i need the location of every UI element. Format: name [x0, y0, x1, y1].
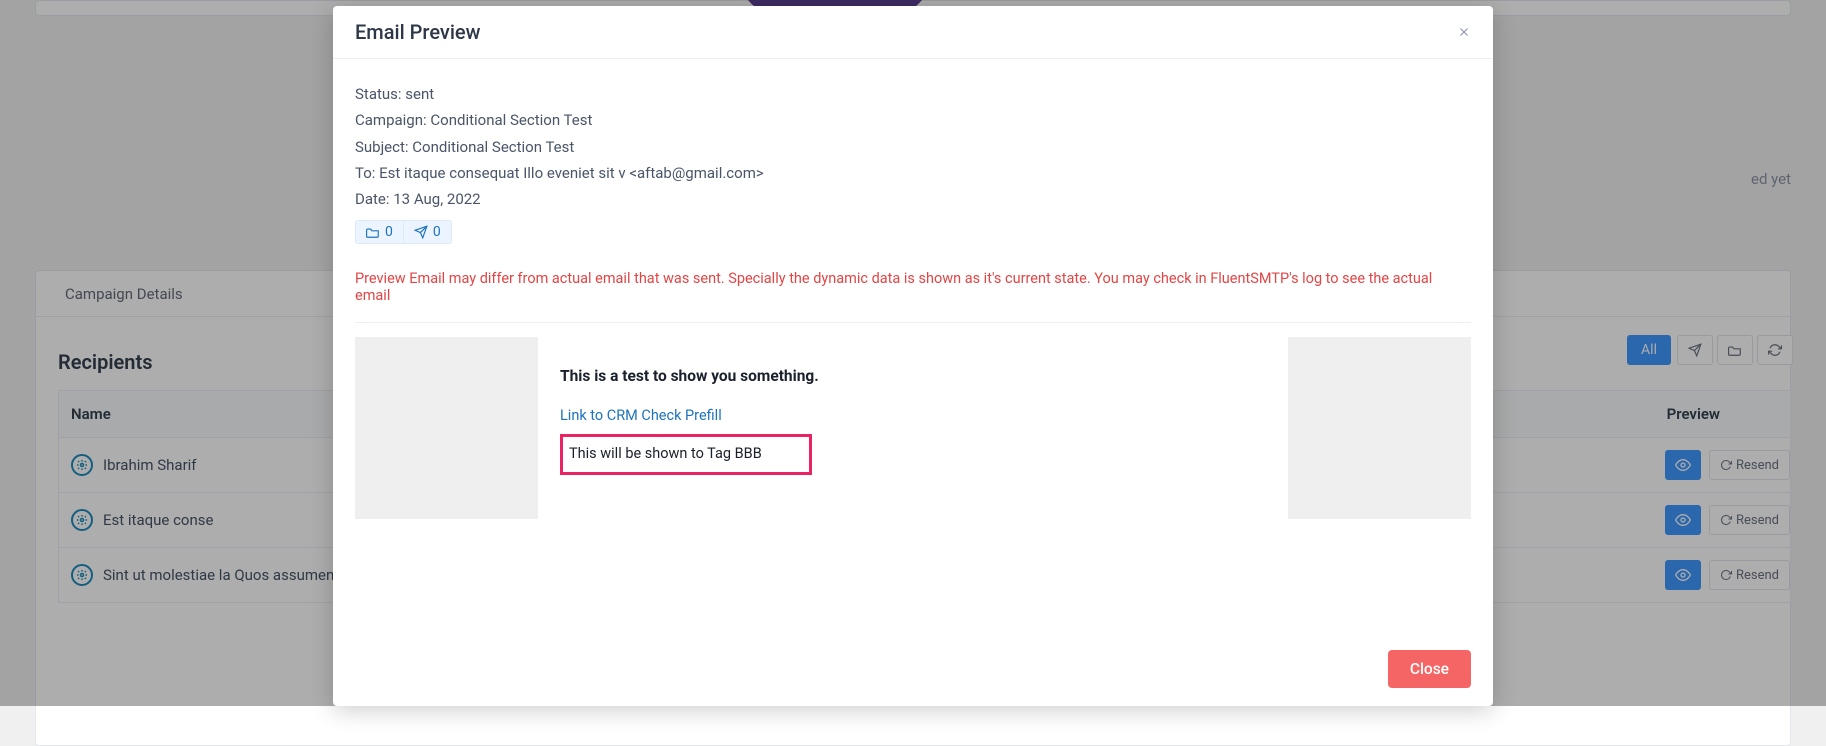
send-count-badge[interactable]: 0	[403, 221, 451, 243]
meta-status: Status: sent	[355, 81, 1471, 107]
stat-badges: 0 0	[355, 220, 452, 244]
email-link[interactable]: Link to CRM Check Prefill	[560, 407, 1266, 424]
meta-subject: Subject: Conditional Section Test	[355, 134, 1471, 160]
email-heading: This is a test to show you something.	[560, 367, 1266, 385]
meta-campaign-label: Campaign:	[355, 111, 427, 129]
send-count-value: 0	[433, 224, 441, 240]
email-preview-pane: This is a test to show you something. Li…	[355, 337, 1471, 519]
folder-count-badge[interactable]: 0	[356, 221, 403, 243]
modal-body: Status: sent Campaign: Conditional Secti…	[333, 59, 1493, 636]
paper-plane-icon	[414, 225, 428, 239]
close-button[interactable]: Close	[1388, 650, 1471, 688]
meta-subject-label: Subject:	[355, 138, 409, 156]
meta-status-value: sent	[405, 85, 434, 103]
meta-to: To: Est itaque consequat Illo eveniet si…	[355, 160, 1471, 186]
meta-campaign-value: Conditional Section Test	[430, 111, 592, 129]
meta-campaign: Campaign: Conditional Section Test	[355, 107, 1471, 133]
modal-overlay[interactable]: Email Preview Status: sent Campaign: Con…	[0, 0, 1826, 706]
meta-to-label: To:	[355, 164, 375, 182]
modal-footer: Close	[333, 636, 1493, 706]
modal-close-button[interactable]	[1457, 25, 1471, 39]
modal-header: Email Preview	[333, 6, 1493, 59]
meta-status-label: Status:	[355, 85, 402, 103]
meta-date-label: Date:	[355, 190, 390, 208]
divider	[355, 322, 1471, 323]
modal-title: Email Preview	[355, 20, 480, 44]
close-icon	[1457, 25, 1471, 39]
meta-subject-value: Conditional Section Test	[412, 138, 574, 156]
folder-icon	[366, 225, 380, 239]
preview-warning: Preview Email may differ from actual ema…	[355, 270, 1471, 304]
folder-count-value: 0	[385, 224, 393, 240]
meta-date: Date: 13 Aug, 2022	[355, 186, 1471, 212]
email-preview-modal: Email Preview Status: sent Campaign: Con…	[333, 6, 1493, 706]
meta-date-value: 13 Aug, 2022	[393, 190, 480, 208]
email-body-card: This is a test to show you something. Li…	[538, 337, 1288, 519]
conditional-section-highlight: This will be shown to Tag BBB	[560, 434, 812, 475]
meta-to-value: Est itaque consequat Illo eveniet sit v …	[379, 164, 764, 182]
